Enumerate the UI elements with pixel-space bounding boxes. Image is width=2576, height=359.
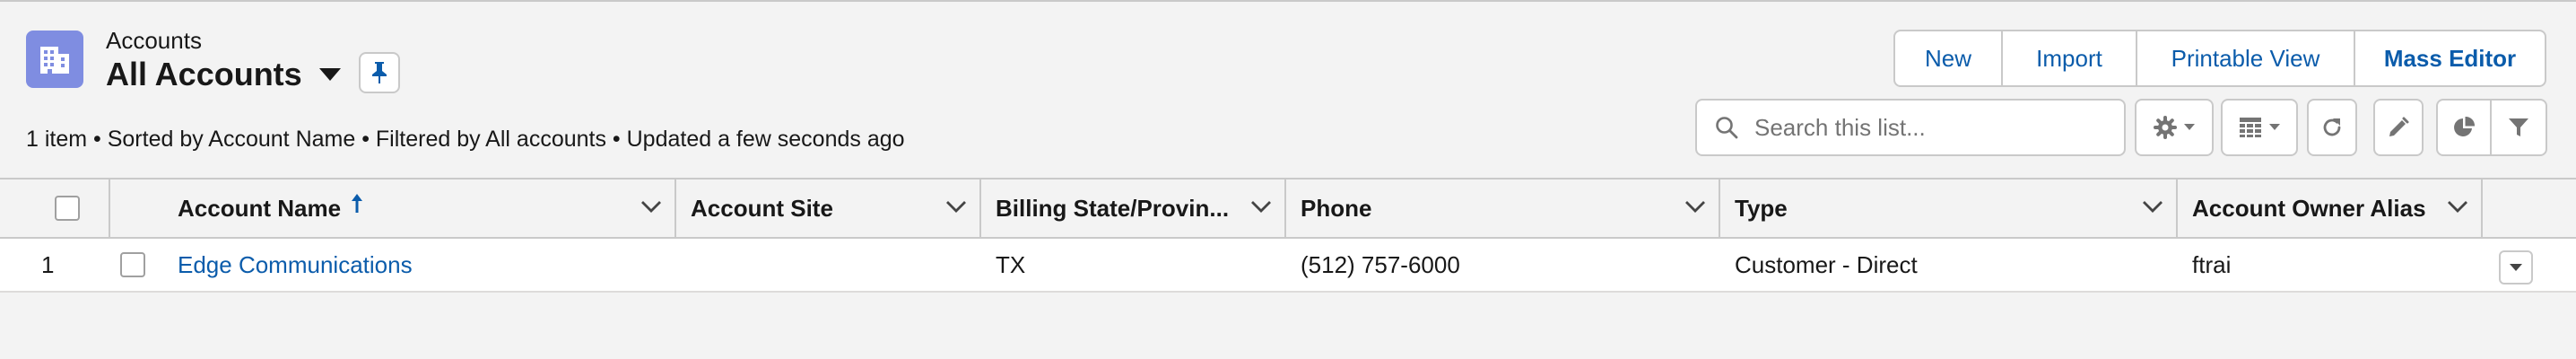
row-checkbox[interactable] [120, 252, 145, 277]
pin-icon [372, 62, 387, 83]
list-view-title: All Accounts [106, 56, 302, 92]
column-label: Phone [1301, 194, 1372, 222]
column-label: Billing State/Provin... [996, 194, 1230, 222]
search-icon [1716, 117, 1738, 139]
accounts-object-icon [26, 31, 83, 88]
owner-alias-cell: ftrai [2192, 250, 2232, 278]
building-icon [40, 47, 69, 74]
edit-list-button[interactable] [2373, 99, 2424, 156]
column-header-account-site[interactable]: Account Site [676, 180, 981, 237]
row-select [120, 239, 145, 291]
chart-filter-group [2436, 99, 2547, 156]
column-label: Account Site [691, 194, 833, 222]
column-header-account-name[interactable]: Account Name [110, 180, 676, 237]
column-header-phone[interactable]: Phone [1286, 180, 1720, 237]
pencil-icon [2389, 117, 2409, 136]
select-all-checkbox[interactable] [54, 196, 80, 221]
type-cell: Customer - Direct [1735, 250, 1918, 278]
printable-view-button[interactable]: Printable View [2137, 31, 2355, 85]
column-header-owner-alias[interactable]: Account Owner Alias [2178, 180, 2483, 237]
account-name-link[interactable]: Edge Communications [178, 239, 413, 291]
charts-button[interactable] [2438, 101, 2493, 154]
select-all-column [0, 180, 110, 237]
mass-editor-button[interactable]: Mass Editor [2355, 31, 2545, 85]
search-input[interactable] [1753, 112, 2106, 143]
list-view-selector[interactable]: All Accounts [106, 56, 342, 93]
list-view-controls-button[interactable] [2135, 99, 2214, 156]
import-button[interactable]: Import [2003, 31, 2137, 85]
column-header-type[interactable]: Type [1720, 180, 2178, 237]
object-label: Accounts [106, 27, 202, 54]
column-label: Account Name [178, 194, 342, 222]
chevron-down-icon [2510, 264, 2522, 271]
gear-icon [2154, 116, 2177, 139]
new-button[interactable]: New [1895, 31, 2003, 85]
column-label: Account Owner Alias [2192, 194, 2426, 222]
table-icon [2240, 118, 2261, 137]
billing-state-cell: TX [996, 250, 1026, 278]
chevron-down-icon[interactable] [2447, 199, 2468, 214]
refresh-button[interactable] [2307, 99, 2357, 156]
chevron-down-icon[interactable] [640, 199, 662, 214]
row-actions-button[interactable] [2499, 250, 2533, 285]
pie-chart-icon [2454, 116, 2476, 136]
filters-button[interactable] [2492, 101, 2546, 154]
search-box [1695, 99, 2126, 156]
column-label: Type [1735, 194, 1788, 222]
chevron-down-icon[interactable] [1684, 199, 1706, 214]
display-as-button[interactable] [2221, 99, 2298, 156]
phone-cell: (512) 757-6000 [1301, 250, 1460, 278]
list-actions: New Import Printable View Mass Editor [1893, 30, 2546, 87]
chevron-down-icon [2269, 124, 2280, 130]
table-header: Account Name Account Site Billing State/… [0, 178, 2576, 239]
row-number: 1 [41, 250, 55, 278]
chevron-down-icon [2184, 124, 2195, 130]
filter-icon [2509, 118, 2529, 136]
sort-ascending-arrow-icon [352, 194, 363, 213]
caret-down-icon[interactable] [318, 66, 342, 83]
list-summary: 1 item • Sorted by Account Name • Filter… [26, 127, 905, 152]
chevron-down-icon[interactable] [945, 199, 967, 214]
pin-list-view-button[interactable] [359, 52, 400, 93]
chevron-down-icon[interactable] [2142, 199, 2163, 214]
table-row: 1 Edge Communications TX (512) 757-6000 … [0, 239, 2576, 293]
refresh-icon [2323, 118, 2341, 136]
column-header-billing-state[interactable]: Billing State/Provin... [981, 180, 1286, 237]
top-divider [0, 0, 2576, 2]
chevron-down-icon[interactable] [1250, 199, 1272, 214]
